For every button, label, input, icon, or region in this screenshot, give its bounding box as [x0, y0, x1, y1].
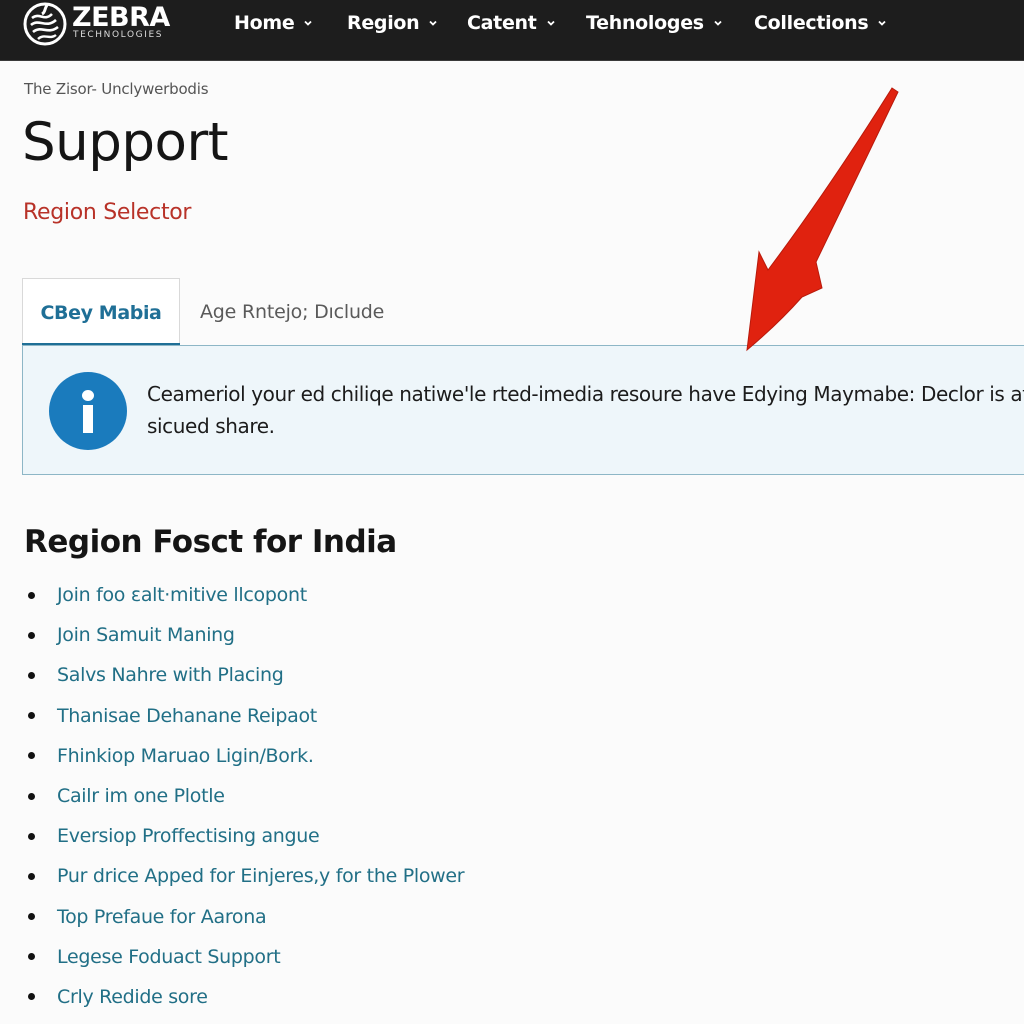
chevron-down-icon	[878, 20, 886, 26]
bullet-icon	[28, 671, 35, 679]
nav-technologies-label: Tehnologes	[586, 12, 704, 34]
list-item: Pur drice Apped for Einjeres,y for the P…	[24, 856, 465, 896]
list-item: Thanisae Dehanane Reipaot	[24, 696, 464, 736]
chevron-down-icon	[714, 20, 722, 26]
info-icon-bar	[83, 405, 93, 433]
list-item: Crly Redide sore	[24, 977, 464, 1017]
bullet-icon	[28, 712, 35, 720]
list-item: Cailr im one Plotle	[24, 776, 464, 816]
region-link[interactable]: Join Samuit Maning	[57, 624, 235, 646]
info-message: Ceameriol your ed chiliqe natiwe'le rted…	[147, 378, 1024, 442]
top-navigation-bar: ZEBRA TECHNOLOGIES Home Region Catent Te…	[0, 0, 1024, 61]
bullet-icon	[28, 993, 35, 1001]
page-subtitle: Region Selector	[23, 200, 192, 225]
page-title: Support	[22, 112, 229, 173]
info-panel: Ceameriol your ed chiliqe natiwe'le rted…	[22, 345, 1024, 475]
breadcrumb[interactable]: The Zisor- Unclywerbodis	[24, 80, 209, 98]
bullet-icon	[28, 631, 35, 639]
region-link[interactable]: Fhinkiop Maruao Ligin/Bork.	[57, 745, 314, 767]
list-item: Join Samuit Maning	[24, 615, 464, 655]
nav-technologies[interactable]: Tehnologes	[586, 10, 723, 36]
info-icon	[49, 372, 127, 450]
info-icon-dot	[82, 390, 94, 401]
region-link[interactable]: Pur drice Apped for Einjeres,y for the P…	[57, 865, 465, 887]
nav-region-label: Region	[347, 12, 420, 34]
list-item: Legese Foduact Support	[24, 937, 464, 977]
nav-home-label: Home	[234, 12, 295, 34]
nav-home[interactable]: Home	[234, 10, 313, 36]
nav-collections-label: Collections	[754, 12, 869, 34]
region-link[interactable]: Eversiop Proffectising angue	[57, 825, 320, 847]
region-link[interactable]: Top Prefaue for Aarona	[57, 906, 267, 928]
bullet-icon	[28, 591, 35, 599]
region-link[interactable]: Salvs Nahre with Placing	[57, 664, 284, 686]
bullet-icon	[28, 913, 35, 921]
list-item: Eversiop Proffectising angue	[24, 816, 464, 856]
bullet-icon	[28, 832, 35, 840]
list-item: Join foo ɛalt·mitive llcopont	[24, 575, 464, 615]
list-item: Fhinkiop Maruao Ligin/Bork.	[24, 736, 464, 776]
nav-content-label: Catent	[467, 12, 537, 34]
list-item: Salvs Nahre with Placing	[24, 655, 464, 695]
nav-region[interactable]: Region	[347, 10, 438, 36]
nav-collections[interactable]: Collections	[754, 10, 887, 36]
tab-inactive[interactable]: Age Rntejo; Dıclude	[200, 278, 384, 346]
list-item: Top Prefaue for Aarona	[24, 897, 464, 937]
region-link[interactable]: Cailr im one Plotle	[57, 785, 225, 807]
tab-active-label: CBey Mabia	[40, 301, 162, 324]
region-link[interactable]: Legese Foduact Support	[57, 946, 281, 968]
region-link[interactable]: Thanisae Dehanane Reipaot	[57, 705, 317, 727]
region-link[interactable]: Crly Redide sore	[57, 986, 208, 1008]
brand-name: ZEBRA	[72, 2, 170, 33]
tab-active[interactable]: CBey Mabia	[22, 278, 180, 347]
bullet-icon	[28, 953, 35, 961]
region-section-title: Region Fosct for India	[24, 524, 397, 560]
zebra-logo-link[interactable]: ZEBRA TECHNOLOGIES	[20, 0, 180, 48]
region-link-list: Join foo ɛalt·mitive llcopont Join Samui…	[24, 575, 465, 1017]
chevron-down-icon	[429, 20, 438, 26]
tab-inactive-label: Age Rntejo; Dıclude	[200, 301, 385, 323]
bullet-icon	[28, 872, 35, 880]
chevron-down-icon	[304, 20, 313, 26]
info-message-line-2: sicued share.	[147, 414, 275, 438]
red-arrow-icon	[746, 87, 899, 352]
chevron-down-icon	[546, 20, 555, 26]
brand-tagline: TECHNOLOGIES	[73, 30, 164, 40]
bullet-icon	[28, 792, 35, 800]
info-message-line-1: Ceameriol your ed chiliqe natiwe'le rted…	[147, 382, 1024, 406]
region-link[interactable]: Join foo ɛalt·mitive llcopont	[57, 584, 307, 606]
zebra-head-icon	[23, 2, 67, 46]
nav-content[interactable]: Catent	[467, 10, 556, 36]
bullet-icon	[28, 752, 35, 760]
